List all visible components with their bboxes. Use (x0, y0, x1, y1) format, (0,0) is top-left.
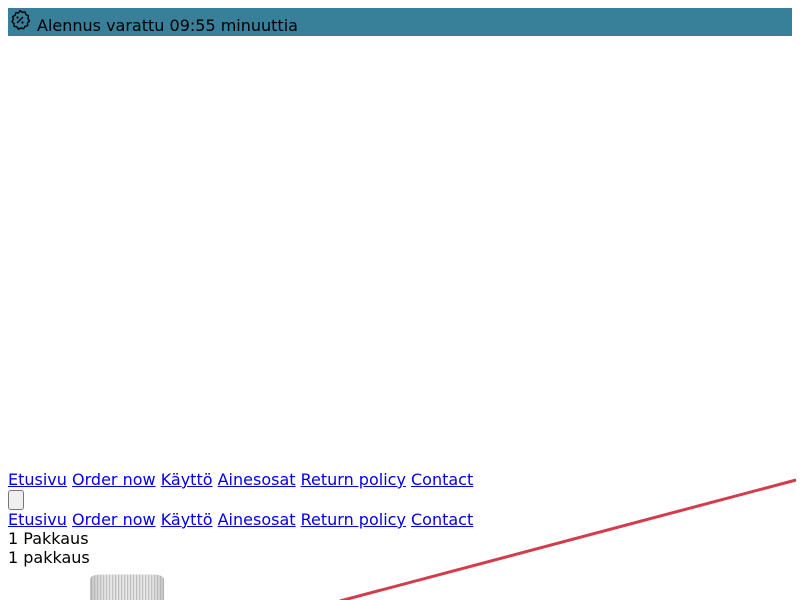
main-nav: Etusivu Order now Käyttö Ainesosat Retur… (8, 470, 473, 489)
package-subtitle: 1 pakkaus (8, 548, 90, 567)
nav-link-order-now[interactable]: Order now (72, 470, 156, 489)
mobile-nav-link-ainesosat[interactable]: Ainesosat (218, 510, 296, 529)
package-title: 1 Pakkaus (8, 529, 89, 548)
product-bottle-image (90, 574, 164, 600)
mobile-nav-link-contact[interactable]: Contact (411, 510, 473, 529)
nav-link-kaytto[interactable]: Käyttö (161, 470, 213, 489)
mobile-nav-link-return-policy[interactable]: Return policy (301, 510, 406, 529)
discount-badge-icon (11, 9, 31, 30)
nav-link-etusivu[interactable]: Etusivu (8, 470, 67, 489)
mobile-nav-link-kaytto[interactable]: Käyttö (161, 510, 213, 529)
promo-countdown-text: Alennus varattu 09:55 minuuttia (37, 16, 298, 35)
mobile-nav-link-order-now[interactable]: Order now (72, 510, 156, 529)
nav-link-ainesosat[interactable]: Ainesosat (218, 470, 296, 489)
nav-link-contact[interactable]: Contact (411, 470, 473, 489)
promo-banner: Alennus varattu 09:55 minuuttia (8, 8, 792, 36)
menu-toggle-button[interactable] (8, 490, 24, 510)
nav-link-return-policy[interactable]: Return policy (301, 470, 406, 489)
mobile-nav: Etusivu Order now Käyttö Ainesosat Retur… (8, 510, 473, 529)
mobile-nav-link-etusivu[interactable]: Etusivu (8, 510, 67, 529)
